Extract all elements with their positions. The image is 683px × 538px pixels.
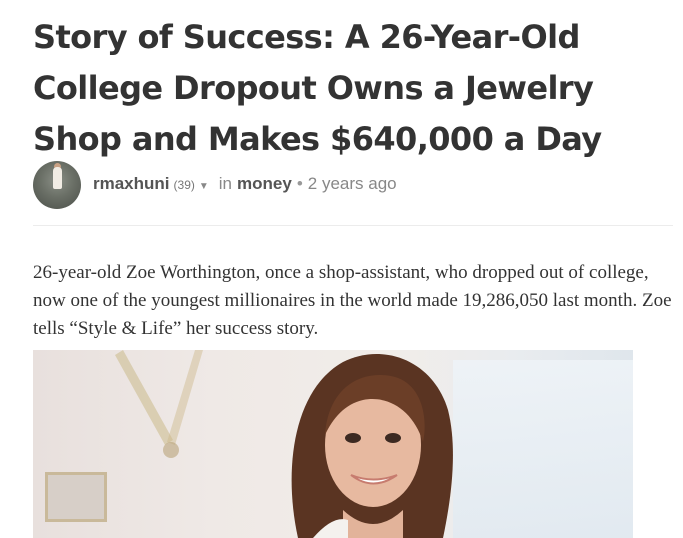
woman-portrait [291,353,453,538]
post-container: Story of Success: A 26-Year-Old College … [33,0,673,538]
author-link[interactable]: rmaxhuni [93,174,170,194]
post-title: Story of Success: A 26-Year-Old College … [33,18,602,158]
post-meta: rmaxhuni (39) ▼ in money • 2 years ago [33,160,673,210]
author-avatar[interactable] [33,161,81,209]
post-image [33,350,633,538]
community-link[interactable]: money [237,174,292,194]
in-label: in [218,174,233,193]
chevron-down-icon[interactable]: ▼ [199,181,209,192]
post-timestamp[interactable]: 2 years ago [308,174,397,194]
background-window [453,360,633,538]
background-picture-frame [45,472,107,522]
post-body-paragraph: 26-year-old Zoe Worthington, once a shop… [33,262,672,339]
meta-separator: • [296,174,303,193]
meta-divider [33,225,673,226]
background-lamp [115,350,203,458]
meta-line: rmaxhuni (39) ▼ in money • 2 years ago [93,174,397,194]
author-reputation: (39) [173,178,195,192]
avatar-figure-body [53,167,62,189]
